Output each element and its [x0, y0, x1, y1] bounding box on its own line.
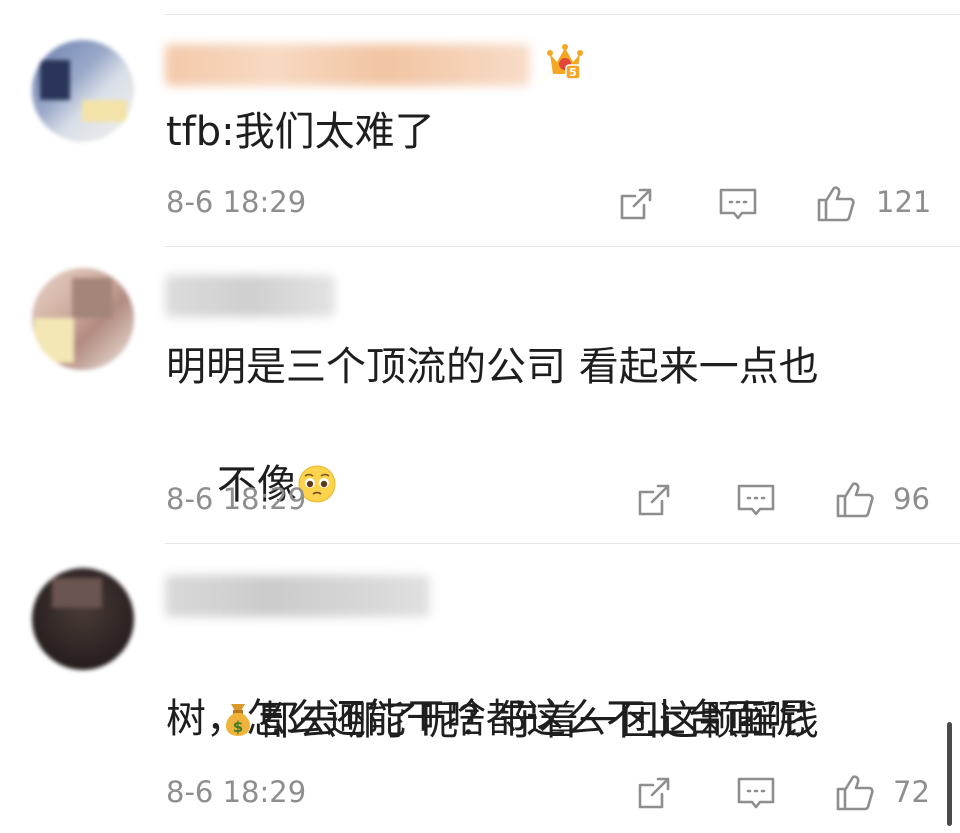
- avatar[interactable]: [32, 40, 134, 142]
- thumbs-up-icon: [836, 482, 874, 518]
- comment-time: 8-6 18:29: [166, 185, 307, 219]
- like-count: 72: [893, 775, 930, 809]
- comment-divider: [165, 246, 960, 247]
- top-divider: [165, 14, 960, 15]
- thumbs-up-icon: [836, 775, 874, 811]
- crown-badge-icon: 5: [547, 44, 583, 80]
- share-icon: [638, 484, 670, 516]
- comment-time: 8-6 18:29: [166, 482, 307, 516]
- share-icon: [620, 188, 652, 220]
- badge-level: 5: [569, 66, 577, 79]
- like-count: 96: [893, 482, 930, 516]
- scrollbar[interactable]: [947, 722, 952, 826]
- like-count: 121: [876, 185, 932, 219]
- username-blurred[interactable]: [165, 575, 430, 617]
- comment-text: 树，怎么还能干啥都这么不上台面呢: [166, 696, 806, 742]
- like-button[interactable]: [833, 478, 877, 522]
- comment-icon: [737, 484, 775, 516]
- comment-time: 8-6 18:29: [166, 775, 307, 809]
- username-blurred[interactable]: [165, 44, 530, 86]
- share-button[interactable]: [632, 478, 676, 522]
- comment-button[interactable]: [734, 478, 778, 522]
- avatar[interactable]: [32, 268, 134, 370]
- comment-text: tfb:我们太难了: [166, 109, 435, 155]
- share-icon: [638, 777, 670, 809]
- avatar[interactable]: [32, 568, 134, 670]
- comment-icon: [737, 777, 775, 809]
- comment-text: 明明是三个顶流的公司 看起来一点也: [166, 344, 819, 390]
- comment-button[interactable]: [716, 182, 760, 226]
- like-button[interactable]: [814, 182, 858, 226]
- like-button[interactable]: [833, 771, 877, 815]
- username-blurred[interactable]: [165, 275, 335, 317]
- comment-button[interactable]: [734, 771, 778, 815]
- comment-divider: [165, 543, 960, 544]
- comment-icon: [719, 188, 757, 220]
- share-button[interactable]: [614, 182, 658, 226]
- thumbs-up-icon: [817, 186, 855, 222]
- share-button[interactable]: [632, 771, 676, 815]
